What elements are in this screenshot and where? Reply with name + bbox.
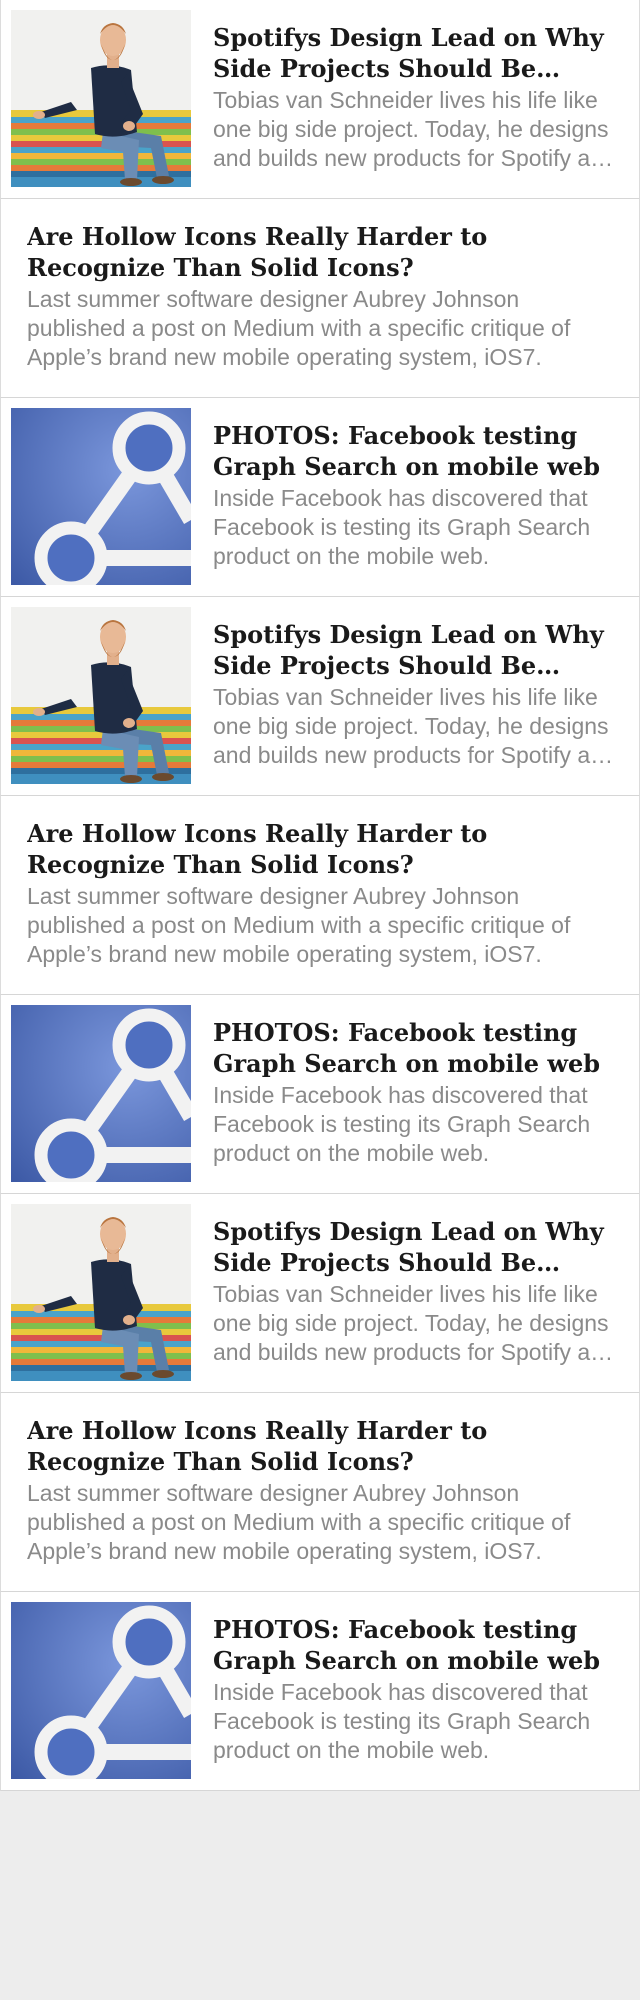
article-title[interactable]: PHOTOS: Facebook testing Graph Search on… xyxy=(213,420,619,482)
article-text: Are Hollow Icons Really Harder to Recogn… xyxy=(27,818,615,969)
article-title[interactable]: Spotifys Design Lead on Why Side Project… xyxy=(213,22,619,84)
article-excerpt: Last summer software designer Aubrey Joh… xyxy=(27,286,571,370)
article-text: Spotifys Design Lead on Why Side Project… xyxy=(213,619,619,770)
article-card[interactable]: PHOTOS: Facebook testing Graph Search on… xyxy=(0,398,640,597)
article-excerpt: Tobias van Schneider lives his life like… xyxy=(213,1281,616,1365)
article-text: Spotifys Design Lead on Why Side Project… xyxy=(213,22,619,173)
article-excerpt: Tobias van Schneider lives his life like… xyxy=(213,87,616,171)
article-text: Are Hollow Icons Really Harder to Recogn… xyxy=(27,221,615,372)
article-excerpt: Last summer software designer Aubrey Joh… xyxy=(27,1480,571,1564)
article-excerpt: Inside Facebook has discovered that Face… xyxy=(213,1082,591,1166)
article-title[interactable]: Spotifys Design Lead on Why Side Project… xyxy=(213,619,619,681)
article-title[interactable]: Are Hollow Icons Really Harder to Recogn… xyxy=(27,818,615,880)
man-on-bench-photo xyxy=(11,10,191,187)
article-feed: Spotifys Design Lead on Why Side Project… xyxy=(0,0,640,1791)
article-card[interactable]: Are Hollow Icons Really Harder to Recogn… xyxy=(0,796,640,995)
article-card[interactable]: PHOTOS: Facebook testing Graph Search on… xyxy=(0,995,640,1194)
article-text: Are Hollow Icons Really Harder to Recogn… xyxy=(27,1415,615,1566)
article-title[interactable]: Are Hollow Icons Really Harder to Recogn… xyxy=(27,1415,615,1477)
article-title[interactable]: Spotifys Design Lead on Why Side Project… xyxy=(213,1216,619,1278)
article-text: PHOTOS: Facebook testing Graph Search on… xyxy=(213,1614,619,1765)
article-card[interactable]: Are Hollow Icons Really Harder to Recogn… xyxy=(0,199,640,398)
man-on-bench-photo xyxy=(11,1204,191,1381)
man-on-bench-photo xyxy=(11,607,191,784)
graph-search-icon xyxy=(11,1602,191,1779)
article-card[interactable]: Are Hollow Icons Really Harder to Recogn… xyxy=(0,1393,640,1592)
article-card[interactable]: Spotifys Design Lead on Why Side Project… xyxy=(0,0,640,199)
article-title[interactable]: PHOTOS: Facebook testing Graph Search on… xyxy=(213,1017,619,1079)
article-text: Spotifys Design Lead on Why Side Project… xyxy=(213,1216,619,1367)
article-excerpt: Last summer software designer Aubrey Joh… xyxy=(27,883,571,967)
article-card[interactable]: Spotifys Design Lead on Why Side Project… xyxy=(0,1194,640,1393)
article-excerpt: Tobias van Schneider lives his life like… xyxy=(213,684,616,768)
article-text: PHOTOS: Facebook testing Graph Search on… xyxy=(213,1017,619,1168)
article-card[interactable]: PHOTOS: Facebook testing Graph Search on… xyxy=(0,1592,640,1791)
graph-search-icon xyxy=(11,1005,191,1182)
article-text: PHOTOS: Facebook testing Graph Search on… xyxy=(213,420,619,571)
article-excerpt: Inside Facebook has discovered that Face… xyxy=(213,485,591,569)
article-excerpt: Inside Facebook has discovered that Face… xyxy=(213,1679,591,1763)
article-title[interactable]: PHOTOS: Facebook testing Graph Search on… xyxy=(213,1614,619,1676)
article-title[interactable]: Are Hollow Icons Really Harder to Recogn… xyxy=(27,221,615,283)
graph-search-icon xyxy=(11,408,191,585)
article-card[interactable]: Spotifys Design Lead on Why Side Project… xyxy=(0,597,640,796)
